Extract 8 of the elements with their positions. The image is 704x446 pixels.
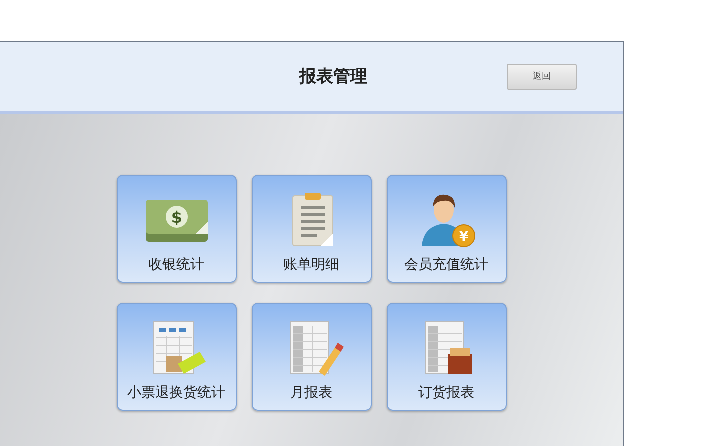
report-tile[interactable]: ¥ 会员充值统计 — [386, 175, 506, 283]
report-tile[interactable]: $ 收银统计 — [116, 175, 236, 283]
report-tile[interactable]: 小票退换货统计 — [116, 303, 236, 411]
report-tile[interactable]: 账单明细 — [252, 175, 372, 283]
report-tile[interactable]: 订货报表 — [386, 303, 506, 411]
window-title: 报表管理 — [300, 66, 368, 88]
back-button[interactable]: 返回 — [507, 64, 577, 90]
report-tile[interactable]: 月报表 — [252, 303, 372, 411]
